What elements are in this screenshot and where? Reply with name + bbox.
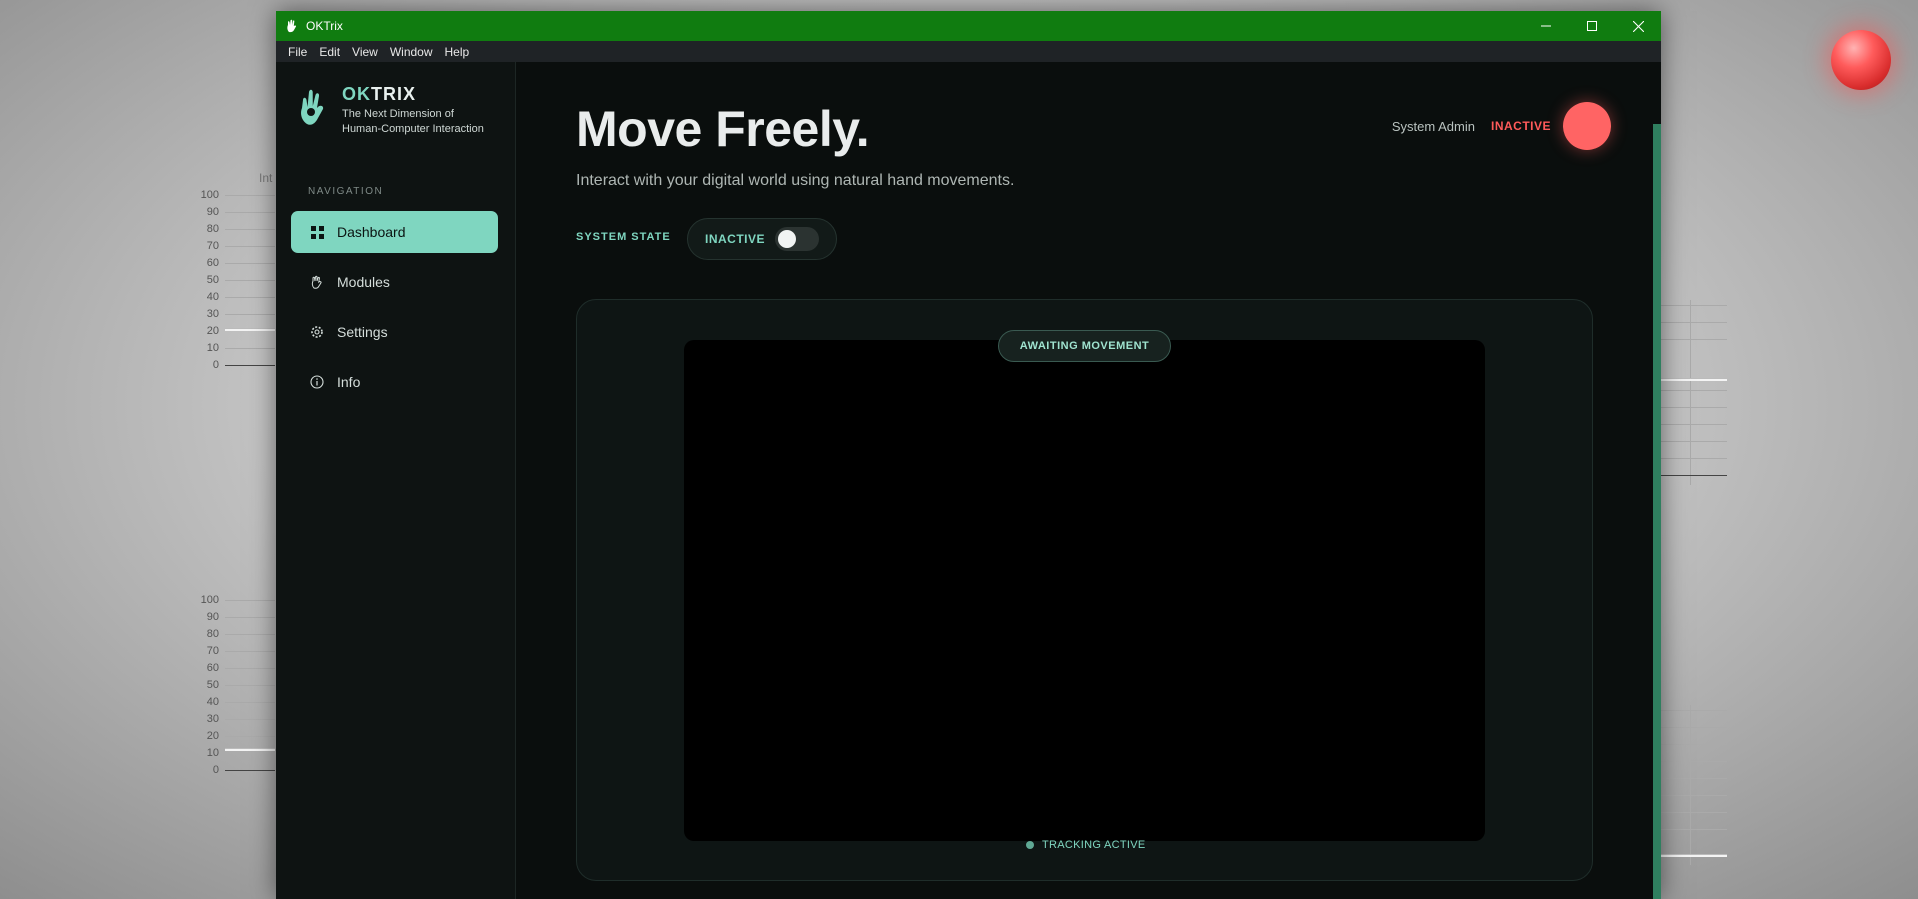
tick-label: 100 (200, 594, 219, 606)
tick-label: 80 (206, 628, 219, 640)
hand-icon (309, 274, 325, 290)
menu-file[interactable]: File (282, 45, 313, 59)
user-name: System Admin (1391, 118, 1475, 134)
menu-window[interactable]: Window (384, 45, 439, 59)
toggle-knob (778, 230, 797, 248)
maximize-button[interactable] (1569, 11, 1615, 41)
chart-bar-mark (225, 328, 275, 331)
minimize-button[interactable] (1523, 11, 1569, 41)
tick-label: 40 (206, 696, 219, 708)
tick-label: 30 (206, 308, 219, 320)
tick-label: 70 (206, 240, 219, 252)
grid-icon (309, 224, 325, 240)
sidebar-item-modules[interactable]: Modules (291, 261, 498, 303)
floating-status-orb[interactable] (1831, 30, 1891, 90)
system-state-value: INACTIVE (705, 232, 766, 246)
desktop-chart-top-left: 100 90 80 70 60 50 40 30 20 10 0 (195, 189, 275, 371)
menu-view[interactable]: View (346, 45, 384, 59)
sidebar-item-label: Dashboard (337, 224, 406, 240)
brand-name-ok: OK (342, 84, 371, 104)
app-body: OKTRIX The Next Dimension of Human-Compu… (276, 62, 1661, 899)
app-window: OKTrix File Edit View Window Help OKTRIX… (276, 11, 1661, 899)
tick-label: 80 (206, 223, 219, 235)
brand-name: OKTRIX (342, 84, 484, 105)
minimize-icon (1541, 25, 1551, 27)
sidebar-item-info[interactable]: Info (291, 361, 498, 403)
gear-icon (309, 324, 325, 340)
camera-panel: AWAITING MOVEMENT TRACKING ACTIVE (576, 299, 1593, 881)
sidebar-item-label: Info (337, 374, 361, 390)
awaiting-movement-badge: AWAITING MOVEMENT (998, 330, 1171, 362)
system-state-toggle[interactable] (775, 227, 820, 251)
desktop-chart-bottom-right (1655, 705, 1730, 875)
tick-label: 50 (206, 274, 219, 286)
scrollbar-track[interactable] (1653, 62, 1661, 899)
tick-label: 40 (206, 291, 219, 303)
system-state-control: INACTIVE (687, 218, 837, 260)
tick-label: 20 (206, 325, 219, 337)
sidebar: OKTRIX The Next Dimension of Human-Compu… (276, 62, 516, 899)
chart-bar-mark (1655, 378, 1727, 381)
tick-label: 60 (206, 662, 219, 674)
tick-label: 10 (206, 747, 219, 759)
system-state-label: SYSTEM STATE (576, 231, 671, 243)
desktop-chart-bottom-left: 100 90 80 70 60 50 40 30 20 10 0 (195, 594, 275, 776)
page-title: Move Freely. (576, 101, 870, 157)
tick-label: 60 (206, 257, 219, 269)
tick-label: 100 (200, 189, 219, 201)
page-subtitle: Interact with your digital world using n… (576, 172, 1015, 189)
tracking-dot-icon (1026, 841, 1034, 849)
close-button[interactable] (1615, 11, 1661, 41)
tick-label: 70 (206, 645, 219, 657)
menu-help[interactable]: Help (439, 45, 476, 59)
maximize-icon (1587, 21, 1597, 31)
tick-label: 20 (206, 730, 219, 742)
user-status-badge: INACTIVE (1490, 119, 1551, 133)
sidebar-item-dashboard[interactable]: Dashboard (291, 211, 498, 253)
chart-bar-mark (225, 748, 275, 751)
desktop-chart-label: Int (259, 171, 273, 185)
main-content: Move Freely. Interact with your digital … (516, 62, 1661, 899)
brand-tagline-2: Human-Computer Interaction (342, 123, 484, 135)
sidebar-item-label: Settings (337, 324, 388, 340)
camera-feed (684, 340, 1485, 841)
tick-label: 0 (212, 764, 219, 776)
desktop-chart-top-right (1655, 300, 1730, 490)
user-area: System Admin INACTIVE (1392, 102, 1611, 150)
app-hand-icon (286, 19, 300, 33)
tick-label: 50 (206, 679, 219, 691)
brand-name-rest: TRIX (371, 84, 417, 104)
chart-bar-mark (1655, 854, 1727, 857)
brand: OKTRIX The Next Dimension of Human-Compu… (298, 84, 484, 137)
status-indicator[interactable] (1563, 102, 1611, 150)
tick-label: 90 (206, 611, 219, 623)
close-icon (1632, 20, 1644, 32)
menu-edit[interactable]: Edit (313, 45, 346, 59)
window-title: OKTrix (306, 19, 343, 33)
menu-bar: File Edit View Window Help (276, 41, 1661, 62)
tracking-status-label: TRACKING ACTIVE (1042, 839, 1146, 851)
tick-label: 0 (212, 359, 219, 371)
tick-label: 10 (206, 342, 219, 354)
nav-heading: NAVIGATION (308, 186, 384, 197)
tracking-status: TRACKING ACTIVE (1026, 839, 1146, 851)
sidebar-item-label: Modules (337, 274, 390, 290)
ok-hand-logo-icon (298, 86, 330, 126)
info-icon (309, 374, 325, 390)
scrollbar-thumb[interactable] (1653, 124, 1661, 899)
tick-label: 30 (206, 713, 219, 725)
title-bar[interactable]: OKTrix (276, 11, 1661, 41)
tick-label: 90 (206, 206, 219, 218)
brand-tagline-1: The Next Dimension of (342, 108, 454, 120)
sidebar-item-settings[interactable]: Settings (291, 311, 498, 353)
